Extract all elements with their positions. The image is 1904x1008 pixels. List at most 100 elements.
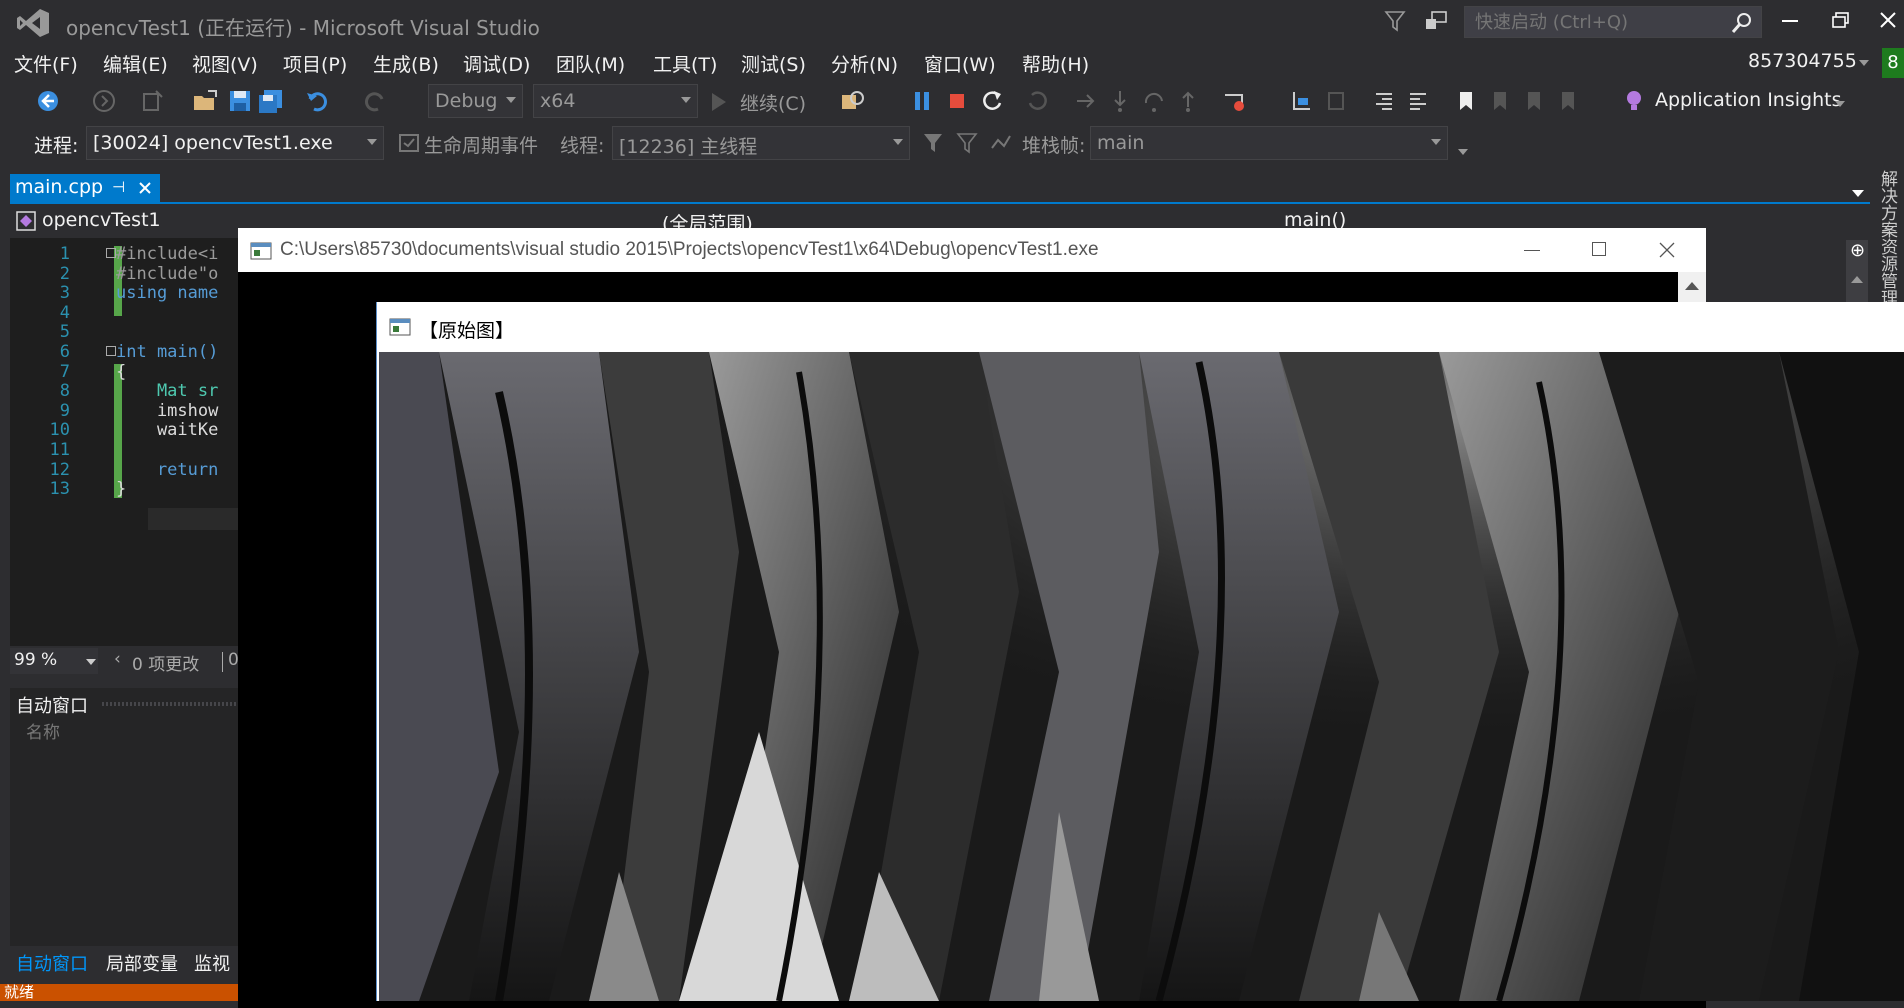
undo-icon[interactable]: [306, 89, 332, 115]
notification-badge[interactable]: 8: [1882, 48, 1904, 78]
new-project-icon[interactable]: [140, 89, 166, 115]
chevron-left-icon[interactable]: ‹: [114, 649, 121, 669]
menu-analyze[interactable]: 分析(N): [831, 50, 898, 77]
image-window[interactable]: 【原始图】: [376, 302, 1904, 1001]
next-bookmark-icon[interactable]: [1522, 89, 1548, 115]
code-line[interactable]: waitKe: [116, 420, 218, 440]
refresh-icon[interactable]: [1026, 89, 1052, 115]
changes-count[interactable]: 0 项更改: [132, 650, 199, 675]
tab-locals[interactable]: 局部变量: [106, 950, 178, 976]
menu-edit[interactable]: 编辑(E): [103, 50, 168, 77]
tab-autos[interactable]: 自动窗口: [16, 950, 88, 976]
uncomment-icon[interactable]: [1406, 89, 1432, 115]
scroll-up-icon[interactable]: [1685, 282, 1699, 290]
fold-toggle-icon[interactable]: [106, 346, 116, 356]
code-line[interactable]: #include<i: [116, 244, 218, 264]
console-scrollbar[interactable]: [1678, 272, 1706, 302]
close-window-button[interactable]: [1658, 241, 1676, 259]
quick-launch-box[interactable]: [1464, 6, 1762, 38]
stack-frame-dropdown[interactable]: main: [1090, 126, 1448, 160]
tab-overflow-icon[interactable]: [1852, 190, 1864, 197]
parallel-stacks-icon[interactable]: [990, 132, 1016, 158]
thread-dropdown[interactable]: [12236] 主线程: [612, 126, 910, 160]
editor-scrollbar[interactable]: ⊕: [1846, 240, 1868, 306]
menu-window[interactable]: 窗口(W): [924, 50, 996, 77]
maximize-button[interactable]: [1592, 242, 1606, 256]
thread-icon[interactable]: [1290, 89, 1316, 115]
code-line[interactable]: Mat sr: [116, 381, 218, 401]
filter-icon[interactable]: [922, 132, 948, 158]
user-account[interactable]: 857304755: [1748, 50, 1857, 72]
solution-explorer-tab[interactable]: 解决方案资源管理器: [1877, 170, 1900, 323]
tasks-icon[interactable]: [1325, 89, 1351, 115]
menu-help[interactable]: 帮助(H): [1022, 50, 1089, 77]
chevron-down-icon[interactable]: [1835, 101, 1845, 107]
close-window-button[interactable]: [1878, 10, 1898, 30]
minimize-button[interactable]: [1782, 20, 1798, 22]
back-icon[interactable]: [36, 89, 62, 115]
prev-bookmark-icon[interactable]: [1488, 89, 1514, 115]
code-line[interactable]: }: [116, 479, 126, 499]
forward-icon[interactable]: [92, 89, 118, 115]
restart-icon[interactable]: [980, 89, 1006, 115]
restore-button[interactable]: [1832, 12, 1850, 28]
split-icon[interactable]: ⊕: [1850, 242, 1865, 260]
pin-icon[interactable]: ⊣: [112, 178, 125, 196]
feedback-icon[interactable]: [1424, 10, 1448, 32]
application-insights-button[interactable]: Application Insights: [1655, 89, 1841, 111]
bookmark-icon[interactable]: [1454, 89, 1480, 115]
quick-launch-input[interactable]: [1473, 11, 1727, 34]
open-folder-icon[interactable]: [192, 89, 218, 115]
code-line[interactable]: using name: [116, 283, 218, 303]
code-line[interactable]: return: [116, 460, 218, 480]
solution-config-dropdown[interactable]: Debug: [428, 84, 523, 118]
menu-tools[interactable]: 工具(T): [653, 50, 717, 77]
menu-test[interactable]: 测试(S): [741, 50, 806, 77]
code-line[interactable]: #include"o: [116, 264, 218, 284]
code-line[interactable]: {: [116, 362, 126, 382]
code-line[interactable]: imshow: [116, 401, 218, 421]
menu-team[interactable]: 团队(M): [556, 50, 625, 77]
fold-toggle-icon[interactable]: [106, 248, 116, 258]
image-window-title-bar[interactable]: 【原始图】: [377, 302, 1904, 352]
pause-icon[interactable]: [915, 92, 920, 110]
filter-icon[interactable]: [1384, 10, 1406, 32]
step-into-icon[interactable]: [1108, 89, 1134, 115]
continue-button[interactable]: 继续(C): [740, 89, 806, 116]
column-name[interactable]: 名称: [26, 718, 60, 743]
save-all-icon[interactable]: [258, 89, 284, 115]
step-over-icon[interactable]: [1142, 89, 1168, 115]
clear-bookmarks-icon[interactable]: [1556, 89, 1582, 115]
tab-main-cpp[interactable]: main.cpp ⊣: [10, 174, 160, 202]
stop-icon[interactable]: [950, 94, 964, 108]
close-icon[interactable]: [138, 181, 152, 195]
redo-icon[interactable]: [360, 89, 386, 115]
scroll-up-icon[interactable]: [1851, 276, 1863, 283]
flag-thread-icon[interactable]: [956, 132, 982, 158]
chevron-down-icon[interactable]: [1458, 149, 1468, 155]
code-editor[interactable]: 1 #include<i 2 #include"o 3 using name 4 5 6 int …: [10, 238, 240, 646]
save-icon[interactable]: [228, 89, 254, 115]
panel-grip[interactable]: [102, 702, 242, 706]
menu-file[interactable]: 文件(F): [14, 50, 78, 77]
hot-reload-icon[interactable]: [1222, 89, 1248, 115]
comment-icon[interactable]: [1372, 89, 1398, 115]
nav-project-dropdown[interactable]: opencvTest1: [42, 209, 161, 231]
zoom-dropdown[interactable]: 99 %: [10, 648, 98, 674]
show-next-statement-icon[interactable]: [1074, 89, 1100, 115]
minimize-button[interactable]: [1524, 250, 1540, 251]
platform-dropdown[interactable]: x64: [533, 84, 698, 118]
menu-debug[interactable]: 调试(D): [463, 50, 530, 77]
chevron-down-icon[interactable]: [1859, 60, 1869, 66]
find-icon[interactable]: [840, 89, 866, 115]
play-icon[interactable]: [712, 93, 726, 111]
process-dropdown[interactable]: [30024] opencvTest1.exe: [86, 126, 384, 160]
console-title-bar[interactable]: C:\Users\85730\documents\visual studio 2…: [238, 228, 1706, 272]
tab-watch[interactable]: 监视: [194, 950, 230, 976]
menu-project[interactable]: 项目(P): [283, 50, 347, 77]
lifecycle-events-button[interactable]: 生命周期事件: [424, 131, 538, 158]
menu-build[interactable]: 生成(B): [373, 50, 439, 77]
step-out-icon[interactable]: [1176, 89, 1202, 115]
menu-view[interactable]: 视图(V): [192, 50, 258, 77]
code-line[interactable]: int main(): [116, 342, 218, 362]
